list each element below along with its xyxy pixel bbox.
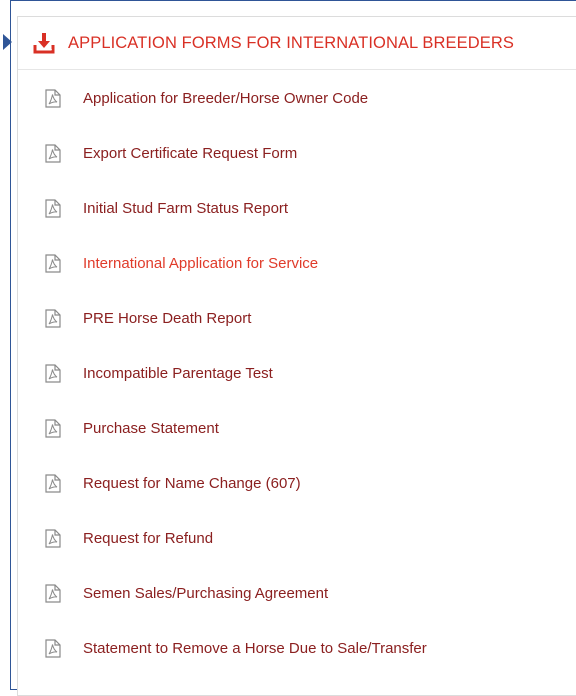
list-item[interactable]: Purchase Statement — [18, 401, 576, 456]
list-item[interactable]: Statement to Remove a Horse Due to Sale/… — [18, 621, 576, 676]
list-item[interactable]: Semen Sales/Purchasing Agreement — [18, 566, 576, 621]
list-item-label[interactable]: Application for Breeder/Horse Owner Code — [83, 90, 368, 107]
list-item[interactable]: Export Certificate Request Form — [18, 126, 576, 181]
list-item-label[interactable]: Purchase Statement — [83, 420, 219, 437]
list-item-label[interactable]: Initial Stud Farm Status Report — [83, 200, 288, 217]
pdf-file-icon — [45, 419, 61, 438]
panel-header[interactable]: APPLICATION FORMS FOR INTERNATIONAL BREE… — [18, 17, 576, 70]
download-icon — [33, 32, 55, 54]
list-item[interactable]: Request for Refund — [18, 511, 576, 566]
list-item[interactable]: Initial Stud Farm Status Report — [18, 181, 576, 236]
pdf-file-icon — [45, 639, 61, 658]
list-item-label[interactable]: Request for Name Change (607) — [83, 475, 301, 492]
list-item-label[interactable]: International Application for Service — [83, 255, 318, 272]
list-item[interactable]: Request for Name Change (607) — [18, 456, 576, 511]
list-item-active[interactable]: International Application for Service — [18, 236, 576, 291]
pdf-file-icon — [45, 364, 61, 383]
pointer-arrow-icon — [3, 34, 12, 50]
list-item-label[interactable]: PRE Horse Death Report — [83, 310, 251, 327]
document-list: Application for Breeder/Horse Owner Code… — [18, 71, 576, 676]
pdf-file-icon — [45, 199, 61, 218]
list-item-label[interactable]: Request for Refund — [83, 530, 213, 547]
pdf-file-icon — [45, 309, 61, 328]
pdf-file-icon — [45, 529, 61, 548]
list-item-label[interactable]: Semen Sales/Purchasing Agreement — [83, 585, 328, 602]
list-item-label[interactable]: Statement to Remove a Horse Due to Sale/… — [83, 640, 427, 657]
pdf-file-icon — [45, 254, 61, 273]
list-item[interactable]: Incompatible Parentage Test — [18, 346, 576, 401]
list-item[interactable]: Application for Breeder/Horse Owner Code — [18, 71, 576, 126]
pdf-file-icon — [45, 584, 61, 603]
pdf-file-icon — [45, 144, 61, 163]
pdf-file-icon — [45, 89, 61, 108]
forms-panel: APPLICATION FORMS FOR INTERNATIONAL BREE… — [17, 16, 576, 696]
list-item-label[interactable]: Export Certificate Request Form — [83, 145, 297, 162]
list-item[interactable]: PRE Horse Death Report — [18, 291, 576, 346]
pdf-file-icon — [45, 474, 61, 493]
list-item-label[interactable]: Incompatible Parentage Test — [83, 365, 273, 382]
panel-title: APPLICATION FORMS FOR INTERNATIONAL BREE… — [68, 33, 514, 52]
